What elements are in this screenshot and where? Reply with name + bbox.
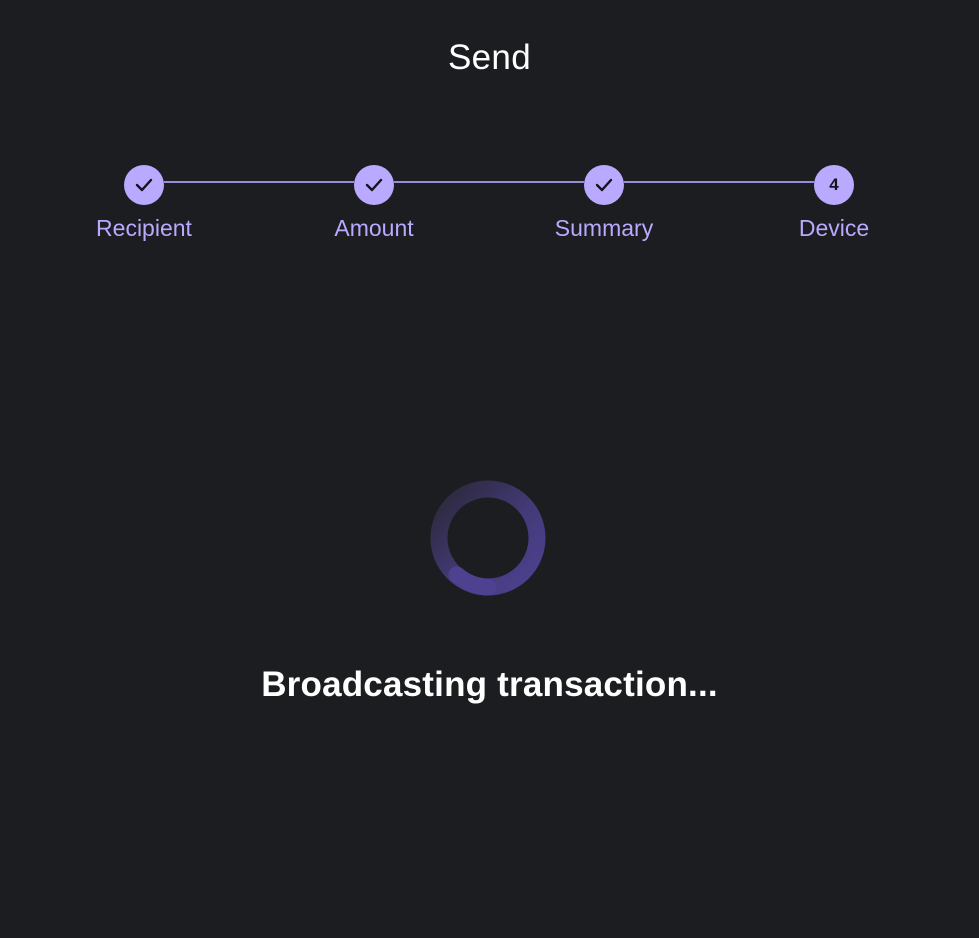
check-icon: [135, 178, 153, 192]
step-recipient[interactable]: Recipient: [54, 164, 234, 242]
step-device[interactable]: 4 Device: [744, 164, 924, 242]
step-label: Summary: [554, 215, 654, 241]
page-title: Send: [448, 38, 531, 77]
loading-spinner-icon: [430, 480, 546, 596]
step-circle: [354, 165, 394, 205]
step-circle: [584, 165, 624, 205]
step-number: 4: [814, 165, 854, 205]
step-label: Recipient: [96, 215, 192, 241]
step-amount[interactable]: Amount: [284, 164, 464, 242]
status-text: Broadcasting transaction...: [261, 665, 718, 704]
step-label: Device: [798, 215, 870, 241]
step-circle: [124, 165, 164, 205]
step-label: Amount: [334, 215, 414, 241]
step-summary[interactable]: Summary: [514, 164, 694, 242]
check-icon: [595, 178, 613, 192]
check-icon: [365, 178, 383, 192]
